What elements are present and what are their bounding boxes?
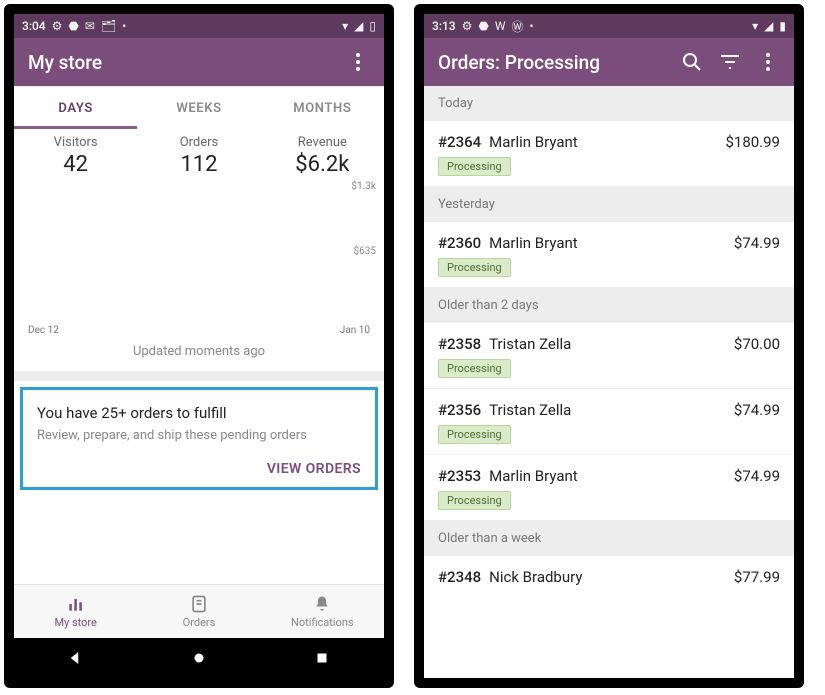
- gear-icon: ⚙: [52, 19, 63, 33]
- tab-weeks[interactable]: WEEKS: [137, 87, 260, 129]
- order-price: $77.99: [734, 568, 780, 586]
- order-price: $74.99: [734, 401, 780, 419]
- order-row[interactable]: #2358 Tristan Zella $70.00 Processing: [424, 323, 794, 389]
- overflow-menu-icon[interactable]: [756, 50, 780, 74]
- stats-summary: Visitors 42 Orders 112 Revenue $6.2k: [14, 129, 384, 181]
- order-number: #2364: [438, 133, 481, 151]
- order-customer: Tristan Zella: [489, 401, 571, 419]
- y-axis-mid: $635: [354, 246, 376, 257]
- phone-my-store: 3:04 ⚙ ⬣ ✉ 🗂 • ▾ ◢ ▯ My store DAYS WEEKS…: [4, 4, 394, 688]
- view-orders-button[interactable]: VIEW ORDERS: [37, 461, 361, 477]
- tab-days[interactable]: DAYS: [14, 87, 137, 129]
- shield-icon: ⬣: [478, 19, 488, 33]
- signal-icon: ◢: [354, 19, 363, 33]
- order-customer: Nick Bradbury: [489, 568, 582, 586]
- divider: [14, 371, 384, 381]
- revenue-bar-chart: $1.3k $635: [14, 181, 384, 331]
- status-time: 3:04: [22, 19, 46, 33]
- android-status-bar: 3:04 ⚙ ⬣ ✉ 🗂 • ▾ ◢ ▯: [14, 14, 384, 38]
- filter-icon[interactable]: [718, 50, 742, 74]
- nav-notifications[interactable]: Notifications: [261, 585, 384, 638]
- shield-icon: ⬣: [68, 19, 78, 33]
- status-badge: Processing: [438, 359, 511, 378]
- stat-revenue[interactable]: Revenue $6.2k: [261, 135, 384, 177]
- page-title: Orders: Processing: [438, 51, 666, 74]
- order-customer: Tristan Zella: [489, 335, 571, 353]
- android-system-nav: [14, 638, 384, 678]
- android-status-bar: 3:13 ⚙ ⬣ W Ⓦ • ▾ ◢ ▮: [424, 14, 794, 38]
- section-today: Today: [424, 86, 794, 121]
- note-icon: [189, 594, 209, 614]
- dot-icon: •: [122, 19, 126, 33]
- section-yesterday: Yesterday: [424, 187, 794, 222]
- search-icon[interactable]: [680, 50, 704, 74]
- order-number: #2353: [438, 467, 481, 485]
- section-older-week: Older than a week: [424, 521, 794, 556]
- order-price: $180.99: [725, 133, 780, 151]
- briefcase-icon: 🗂: [101, 19, 116, 33]
- order-row[interactable]: #2353 Marlin Bryant $74.99 Processing: [424, 455, 794, 521]
- wordpress-icon: Ⓦ: [512, 18, 524, 35]
- order-customer: Marlin Bryant: [489, 133, 578, 151]
- mail-icon: ✉: [85, 19, 95, 33]
- gear-icon: ⚙: [462, 19, 473, 33]
- home-button[interactable]: [190, 649, 208, 667]
- time-range-tabs: DAYS WEEKS MONTHS: [14, 86, 384, 129]
- wifi-icon: ▾: [752, 19, 758, 33]
- nav-my-store[interactable]: My store: [14, 585, 137, 638]
- order-row[interactable]: #2356 Tristan Zella $74.99 Processing: [424, 389, 794, 455]
- bell-icon: [312, 594, 332, 614]
- fulfill-subtitle: Review, prepare, and ship these pending …: [37, 428, 361, 443]
- order-row[interactable]: #2348 Nick Bradbury $77.99: [424, 556, 794, 596]
- status-badge: Processing: [438, 425, 511, 444]
- order-price: $70.00: [734, 335, 780, 353]
- nav-orders[interactable]: Orders: [137, 585, 260, 638]
- order-number: #2356: [438, 401, 481, 419]
- stat-visitors[interactable]: Visitors 42: [14, 135, 137, 177]
- status-badge: Processing: [438, 157, 511, 176]
- order-row[interactable]: #2360 Marlin Bryant $74.99 Processing: [424, 222, 794, 288]
- bar-chart-icon: [66, 594, 86, 614]
- y-axis-top: $1.3k: [351, 181, 376, 192]
- chart-updated-text: Updated moments ago: [14, 336, 384, 371]
- status-badge: Processing: [438, 258, 511, 277]
- tab-months[interactable]: MONTHS: [261, 87, 384, 129]
- order-customer: Marlin Bryant: [489, 467, 578, 485]
- fulfill-orders-card: You have 25+ orders to fulfill Review, p…: [20, 387, 378, 490]
- app-bar: My store: [14, 38, 384, 86]
- recent-apps-button[interactable]: [313, 649, 331, 667]
- order-number: #2358: [438, 335, 481, 353]
- bottom-navigation: My store Orders Notifications: [14, 584, 384, 638]
- order-number: #2360: [438, 234, 481, 252]
- app-bar: Orders: Processing: [424, 38, 794, 86]
- wifi-icon: ▾: [342, 19, 348, 33]
- order-row[interactable]: #2364 Marlin Bryant $180.99 Processing: [424, 121, 794, 187]
- order-number: #2348: [438, 568, 481, 586]
- orders-list[interactable]: Today #2364 Marlin Bryant $180.99 Proces…: [424, 86, 794, 678]
- w-icon: W: [495, 19, 506, 33]
- order-price: $74.99: [734, 234, 780, 252]
- order-price: $74.99: [734, 467, 780, 485]
- page-title: My store: [28, 51, 332, 74]
- status-time: 3:13: [432, 19, 456, 33]
- battery-icon: ▮: [779, 19, 786, 33]
- fulfill-title: You have 25+ orders to fulfill: [37, 404, 361, 422]
- dot-icon: •: [530, 19, 534, 33]
- overflow-menu-icon[interactable]: [346, 50, 370, 74]
- back-button[interactable]: [67, 649, 85, 667]
- section-older-2-days: Older than 2 days: [424, 288, 794, 323]
- signal-icon: ◢: [764, 19, 773, 33]
- battery-icon: ▯: [369, 19, 376, 33]
- chart-bars: [26, 191, 344, 321]
- order-customer: Marlin Bryant: [489, 234, 578, 252]
- status-badge: Processing: [438, 491, 511, 510]
- phone-orders-processing: 3:13 ⚙ ⬣ W Ⓦ • ▾ ◢ ▮ Orders: Processing …: [414, 4, 804, 688]
- stat-orders[interactable]: Orders 112: [137, 135, 260, 177]
